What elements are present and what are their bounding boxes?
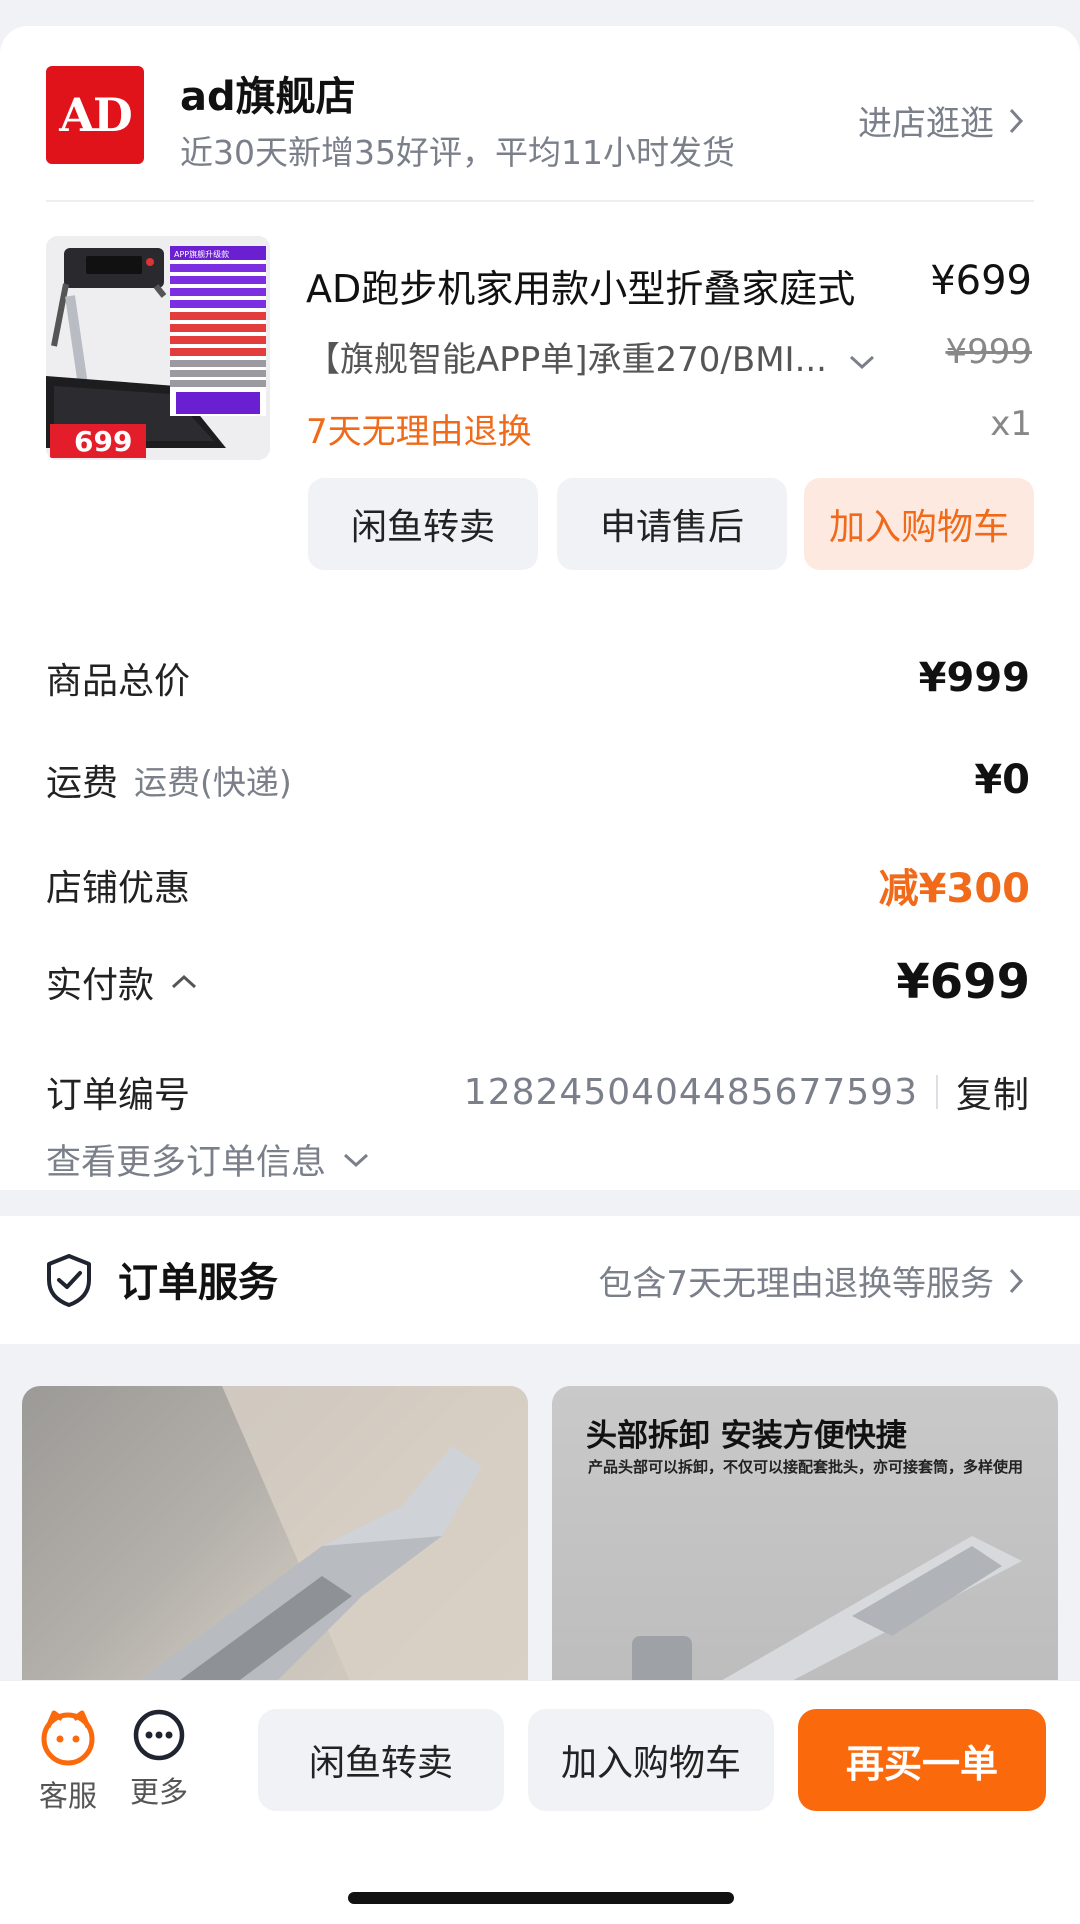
home-indicator[interactable]: [348, 1892, 734, 1904]
order-service-card[interactable]: 订单服务 包含7天无理由退换等服务: [0, 1216, 1080, 1344]
buy-again-button[interactable]: 再买一单: [798, 1709, 1046, 1811]
order-number: 1282450404485677593: [463, 1071, 918, 1113]
chevron-right-icon: [1009, 108, 1024, 133]
screwdriver-image: [632, 1536, 1022, 1686]
chevron-up-icon: [172, 974, 197, 989]
shipping-sub: 运费(快递): [134, 763, 292, 802]
store-name[interactable]: ad旗舰店: [180, 64, 356, 122]
tool-image: [132, 1386, 528, 1686]
product-price: ¥699: [930, 258, 1032, 304]
discount-label: 店铺优惠: [46, 868, 191, 909]
chevron-down-icon: [344, 1153, 369, 1167]
total-label: 商品总价: [46, 661, 191, 702]
paid-value: ¥699: [896, 954, 1030, 1010]
recommendation-item[interactable]: 头部拆卸 安装方便快捷 产品头部可以拆卸，不仅可以接配套批头，亦可接套筒，多样使…: [552, 1386, 1058, 1686]
order-service-title: 订单服务: [118, 1260, 278, 1306]
enter-store-link[interactable]: 进店逛逛: [858, 96, 1024, 145]
image-caption: APP旗舰升级款: [174, 249, 229, 259]
more-tab[interactable]: 更多: [130, 1707, 188, 1811]
total-row: 商品总价 ¥999: [46, 652, 1030, 704]
customer-service-tab[interactable]: 客服: [38, 1707, 98, 1815]
after-sale-button[interactable]: 申请售后: [557, 478, 787, 570]
chevron-right-icon: [1009, 1268, 1024, 1293]
order-service-link-label: 包含7天无理由退换等服务: [598, 1264, 994, 1304]
shield-check-icon: [47, 1254, 91, 1307]
image-price-tag: 699: [74, 425, 132, 458]
shipping-value: ¥0: [974, 757, 1030, 803]
customer-service-icon: [41, 1710, 95, 1766]
product-spec[interactable]: 【旗舰智能APP单]承重270/BMI...: [306, 332, 896, 381]
total-value: ¥999: [918, 655, 1030, 701]
return-policy-badge: 7天无理由退换: [306, 412, 532, 452]
shipping-row: 运费 运费(快递) ¥0: [46, 754, 1030, 806]
resell-button[interactable]: 闲鱼转卖: [308, 478, 538, 570]
bottom-resell-button[interactable]: 闲鱼转卖: [258, 1709, 504, 1811]
more-order-info[interactable]: 查看更多订单信息: [46, 1134, 370, 1185]
more-icon: [133, 1709, 185, 1761]
order-number-row: 订单编号 1282450404485677593 复制: [46, 1066, 1030, 1118]
discount-value: 减¥300: [878, 866, 1030, 912]
bottom-add-to-cart-button[interactable]: 加入购物车: [528, 1709, 774, 1811]
product-spec-text: 【旗舰智能APP单]承重270/BMI...: [306, 340, 827, 380]
more-label: 更多: [130, 1775, 189, 1809]
product-image[interactable]: APP旗舰升级款 699: [46, 236, 270, 460]
customer-service-label: 客服: [38, 1779, 97, 1813]
store-logo[interactable]: AD: [46, 66, 144, 164]
more-order-info-label: 查看更多订单信息: [46, 1143, 327, 1183]
bottom-action-bar: 客服 更多 闲鱼转卖 加入购物车 再买一单: [0, 1680, 1080, 1924]
divider: [46, 200, 1034, 202]
copy-button[interactable]: 复制: [956, 1066, 1030, 1118]
order-service-link[interactable]: 包含7天无理由退换等服务: [598, 1256, 1024, 1305]
enter-store-label: 进店逛逛: [858, 104, 994, 144]
store-logo-text: AD: [59, 88, 133, 142]
recommendation-item[interactable]: [22, 1386, 528, 1686]
treadmill-image: APP旗舰升级款 699: [46, 236, 270, 460]
shipping-label: 运费: [46, 763, 119, 804]
add-to-cart-button[interactable]: 加入购物车: [804, 478, 1034, 570]
paid-label: 实付款: [46, 965, 155, 1006]
discount-row: 店铺优惠 减¥300: [46, 856, 1030, 914]
product-title[interactable]: AD跑步机家用款小型折叠家庭式: [306, 258, 896, 313]
paid-row[interactable]: 实付款 ¥699: [46, 954, 1030, 1010]
chevron-down-icon: [849, 355, 874, 369]
product-original-price: ¥999: [945, 332, 1032, 372]
store-subtitle: 近30天新增35好评，平均11小时发货: [180, 133, 735, 172]
divider: [935, 1075, 938, 1109]
order-card: AD ad旗舰店 近30天新增35好评，平均11小时发货 进店逛逛 APP旗舰升…: [0, 26, 1080, 1190]
product-quantity: x1: [990, 404, 1032, 444]
order-number-label: 订单编号: [46, 1075, 191, 1116]
